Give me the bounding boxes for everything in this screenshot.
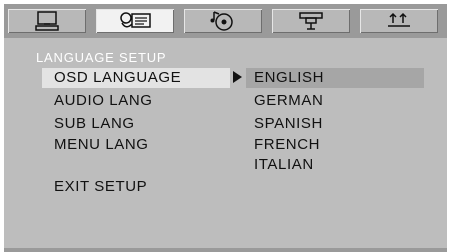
menu-item-osd-language[interactable]: OSD LANGUAGE: [54, 69, 181, 86]
monitor-icon: [35, 11, 59, 31]
option-italian[interactable]: ITALIAN: [254, 156, 314, 173]
tab-preference[interactable]: [360, 9, 438, 33]
menu-item-audio-lang[interactable]: AUDIO LANG: [54, 92, 153, 109]
panel-bottom-border: [4, 248, 447, 252]
option-english[interactable]: ENGLISH: [254, 69, 324, 86]
preference-icon: [388, 12, 410, 27]
option-french[interactable]: FRENCH: [254, 136, 320, 153]
option-german[interactable]: GERMAN: [254, 92, 323, 109]
menu-item-sub-lang[interactable]: SUB LANG: [54, 115, 135, 132]
audio-disc-icon: [210, 11, 233, 31]
selection-arrow-icon: [233, 71, 242, 83]
menu-item-menu-lang[interactable]: MENU LANG: [54, 136, 149, 153]
language-icon: [120, 12, 151, 28]
menu-item-exit-setup[interactable]: EXIT SETUP: [54, 178, 147, 195]
tab-video[interactable]: [272, 9, 350, 33]
tab-general[interactable]: [8, 9, 86, 33]
tab-bar: [4, 4, 447, 38]
video-camera-icon: [299, 12, 323, 30]
tab-language[interactable]: [96, 9, 174, 33]
tab-audio[interactable]: [184, 9, 262, 33]
section-title: LANGUAGE SETUP: [36, 50, 167, 65]
option-spanish[interactable]: SPANISH: [254, 115, 323, 132]
